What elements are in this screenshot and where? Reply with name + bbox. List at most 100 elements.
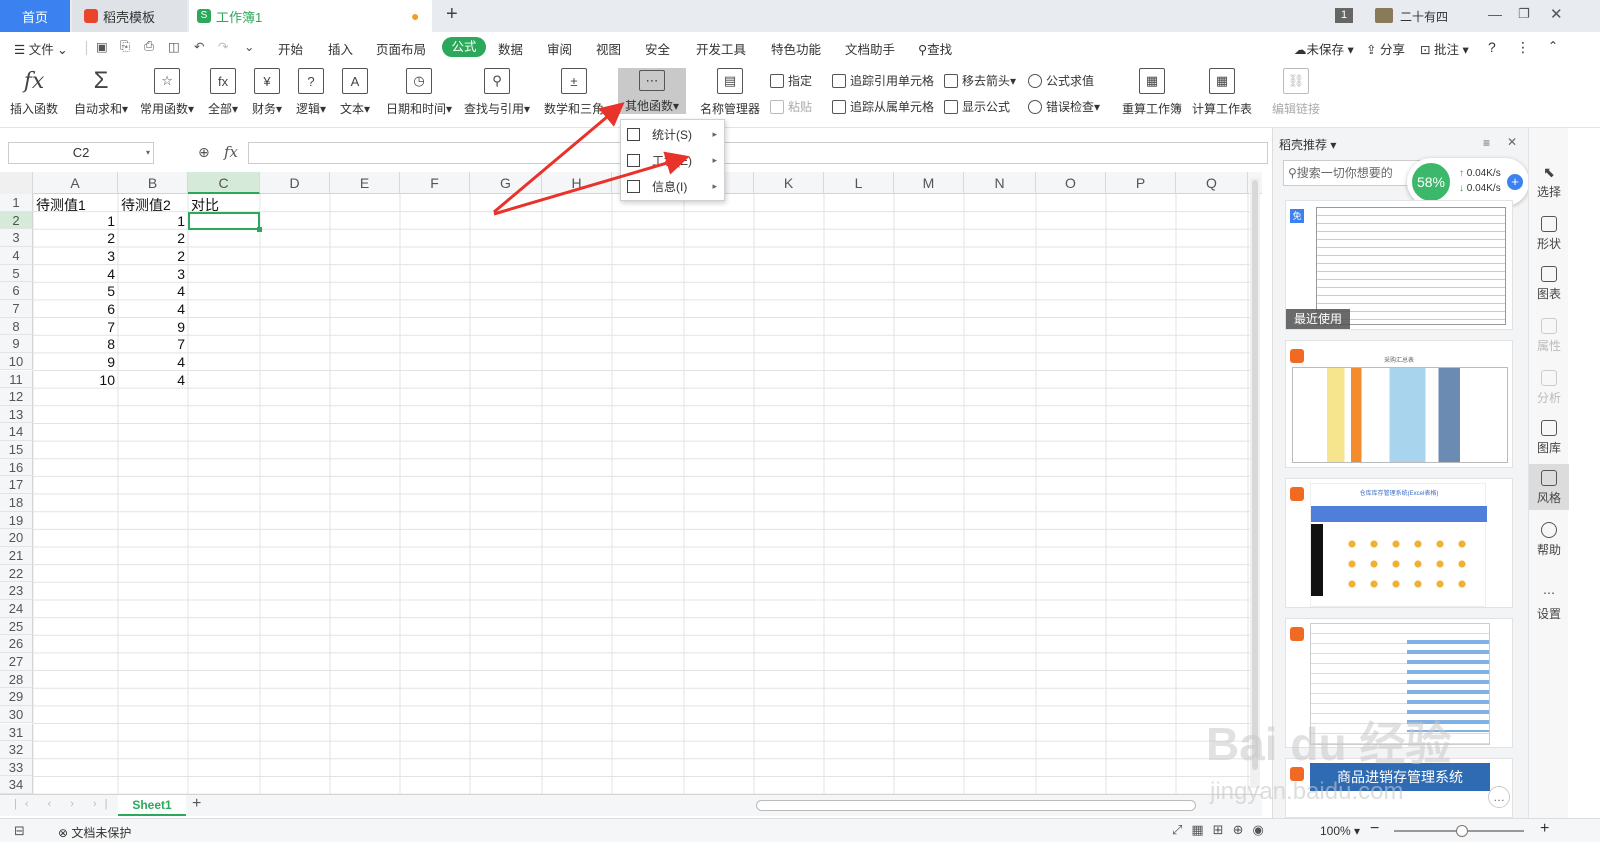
help-icon[interactable]: ?	[1488, 39, 1496, 55]
select-all-corner[interactable]	[0, 172, 33, 194]
cell-B9[interactable]: 7	[118, 336, 188, 352]
share-button[interactable]: ⇪ 分享	[1366, 39, 1405, 58]
panel-title[interactable]: 稻壳推荐 ▾	[1279, 136, 1336, 153]
cell-B5[interactable]: 3	[118, 266, 188, 282]
assign-button[interactable]: 指定	[770, 72, 812, 89]
sidebar-settings[interactable]: ⋯ 设置	[1529, 586, 1569, 622]
new-tab-button[interactable]: +	[446, 3, 458, 26]
row-header-33[interactable]: 33	[0, 758, 33, 777]
row-header-3[interactable]: 3	[0, 229, 33, 247]
minimize-icon[interactable]: —	[1488, 6, 1502, 22]
cell-A9[interactable]: 8	[33, 336, 118, 352]
cell-A10[interactable]: 9	[33, 354, 118, 370]
column-header-L[interactable]: L	[824, 172, 894, 194]
tab-data[interactable]: 数据	[498, 39, 523, 58]
fill-handle[interactable]	[257, 227, 262, 232]
collapse-ribbon-icon[interactable]: ⌃	[1548, 39, 1558, 53]
row-header-29[interactable]: 29	[0, 688, 33, 706]
add-icon[interactable]: +	[1507, 174, 1523, 190]
trace-precedents-button[interactable]: 追踪引用单元格	[832, 72, 934, 89]
row-header-13[interactable]: 13	[0, 405, 33, 424]
cell-A6[interactable]: 5	[33, 283, 118, 299]
zoom-in-button[interactable]: +	[1540, 820, 1549, 838]
sidebar-chart[interactable]: 图表	[1529, 266, 1569, 302]
column-header-C[interactable]: C	[188, 172, 260, 194]
row-header-25[interactable]: 25	[0, 617, 33, 636]
sheet-nav-arrows[interactable]: |‹ ‹ › ›|	[14, 798, 116, 810]
tab-workbook[interactable]: S 工作簿1 ●	[189, 0, 432, 32]
evaluate-formula-button[interactable]: 公式求值	[1028, 72, 1094, 89]
spreadsheet-grid[interactable]: ABCDEFGHIJKLMNOPQ 1234567891011121314151…	[0, 172, 1262, 794]
row-header-34[interactable]: 34	[0, 776, 33, 794]
add-sheet-button[interactable]: +	[192, 795, 201, 813]
row-header-32[interactable]: 32	[0, 741, 33, 759]
network-monitor[interactable]: 58% ↑ 0.04K/s ↓ 0.04K/s +	[1407, 158, 1529, 206]
redo-icon[interactable]: ↷	[218, 39, 228, 54]
row-header-24[interactable]: 24	[0, 599, 33, 618]
tab-page-layout[interactable]: 页面布局	[376, 39, 426, 58]
cell-B8[interactable]: 9	[118, 319, 188, 335]
cell-B6[interactable]: 4	[118, 283, 188, 299]
row-header-21[interactable]: 21	[0, 547, 33, 565]
status-app-icon[interactable]: ⊟	[14, 823, 25, 839]
row-header-12[interactable]: 12	[0, 388, 33, 406]
cell-A8[interactable]: 7	[33, 319, 118, 335]
show-formulas-button[interactable]: 显示公式	[944, 98, 1010, 115]
customize-icon[interactable]: ⌄	[244, 39, 254, 54]
panel-menu-icon[interactable]: ≡	[1483, 136, 1490, 150]
text-func-button[interactable]: A 文本▾	[340, 68, 370, 117]
row-header-27[interactable]: 27	[0, 652, 33, 671]
column-header-A[interactable]: A	[33, 172, 118, 194]
tab-view[interactable]: 视图	[596, 39, 621, 58]
tab-insert[interactable]: 插入	[328, 39, 353, 58]
column-header-M[interactable]: M	[894, 172, 964, 194]
cell-B3[interactable]: 2	[118, 230, 188, 246]
row-header-20[interactable]: 20	[0, 529, 33, 547]
comment-button[interactable]: ⊡ 批注 ▾	[1420, 39, 1469, 58]
formula-input[interactable]	[248, 142, 1268, 164]
row-header-8[interactable]: 8	[0, 317, 33, 336]
cell-B11[interactable]: 4	[118, 372, 188, 388]
logic-button[interactable]: ? 逻辑▾	[296, 68, 326, 117]
save-icon[interactable]: ▣	[96, 39, 108, 54]
common-functions-button[interactable]: ☆ 常用函数▾	[140, 68, 194, 117]
row-header-17[interactable]: 17	[0, 476, 33, 495]
sidebar-select[interactable]: ⬉ 选择	[1529, 164, 1569, 200]
template-card-2[interactable]: 采购汇总表	[1285, 340, 1513, 468]
remove-arrows-button[interactable]: 移去箭头 ▾	[944, 72, 1016, 89]
panel-close-icon[interactable]: ✕	[1507, 135, 1517, 149]
unsaved-button[interactable]: ☁未保存 ▾	[1294, 39, 1354, 58]
view-mode-icons[interactable]: ⤢▦⊞⊕◉	[1172, 822, 1273, 838]
column-header-B[interactable]: B	[118, 172, 188, 194]
all-functions-button[interactable]: fx 全部▾	[208, 68, 238, 117]
tab-docer-template[interactable]: 稻壳模板	[72, 0, 187, 32]
more-icon[interactable]: ⋮	[1516, 39, 1530, 56]
row-header-19[interactable]: 19	[0, 511, 33, 530]
row-header-7[interactable]: 7	[0, 299, 33, 318]
user-name[interactable]: 二十有四	[1400, 8, 1448, 25]
row-header-30[interactable]: 30	[0, 705, 33, 724]
zoom-slider-handle[interactable]	[1456, 825, 1468, 837]
tab-formula[interactable]: 公式	[442, 37, 486, 57]
avatar[interactable]	[1375, 8, 1393, 23]
row-header-18[interactable]: 18	[0, 494, 33, 512]
row-header-5[interactable]: 5	[0, 264, 33, 283]
restore-icon[interactable]: ❐	[1518, 6, 1530, 22]
row-header-22[interactable]: 22	[0, 564, 33, 583]
row-header-10[interactable]: 10	[0, 352, 33, 371]
row-header-15[interactable]: 15	[0, 441, 33, 459]
chat-icon[interactable]: …	[1488, 786, 1510, 808]
column-header-Q[interactable]: Q	[1176, 172, 1248, 194]
zoom-level[interactable]: 100% ▾	[1320, 824, 1360, 838]
row-header-28[interactable]: 28	[0, 670, 33, 689]
close-icon[interactable]: ✕	[1550, 5, 1563, 23]
row-header-23[interactable]: 23	[0, 582, 33, 600]
cell-A4[interactable]: 3	[33, 248, 118, 264]
scrollbar-thumb[interactable]	[1252, 180, 1258, 770]
cell-A11[interactable]: 10	[33, 372, 118, 388]
row-header-2[interactable]: 2	[0, 211, 33, 230]
recalc-workbook-button[interactable]: ▦ 重算工作簿	[1122, 68, 1182, 117]
column-header-F[interactable]: F	[400, 172, 470, 194]
zoom-formula-icon[interactable]: ⊕	[198, 144, 210, 161]
name-box[interactable]: C2 ▾	[8, 142, 154, 164]
